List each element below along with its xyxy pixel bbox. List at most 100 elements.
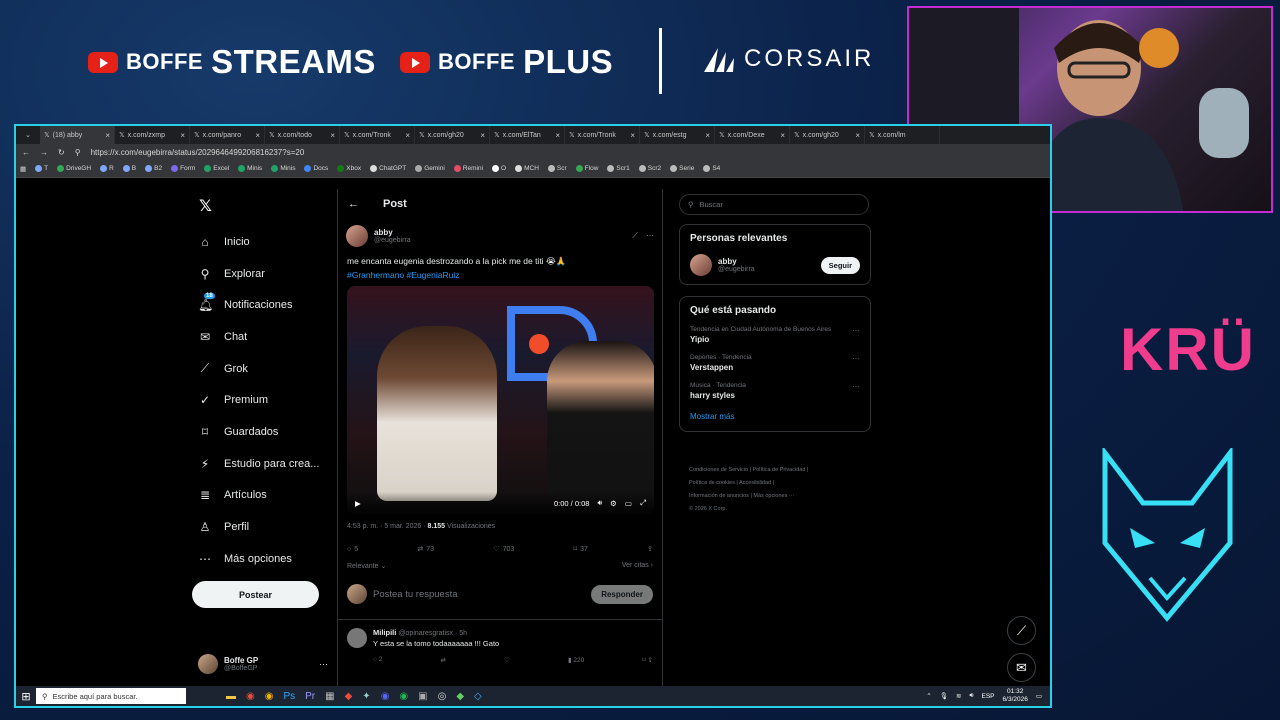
messages-icon[interactable]: ✉: [1007, 653, 1036, 682]
tab-item[interactable]: 𝕏x.com/estg ×: [640, 126, 715, 144]
bookmark-item[interactable]: Scr1: [607, 165, 630, 172]
premiere-icon[interactable]: Pr: [305, 691, 315, 702]
nav-item-explorar[interactable]: ⚲ Explorar: [198, 258, 319, 290]
close-icon[interactable]: ×: [780, 131, 785, 140]
bookmark-item[interactable]: Scr2: [638, 165, 661, 172]
chrome-icon[interactable]: ◉: [265, 691, 274, 702]
volume-icon[interactable]: 🔊︎: [597, 498, 602, 508]
relevant-person[interactable]: abby @eugebirra Seguir: [680, 244, 870, 284]
tab-item[interactable]: 𝕏x.com/Tronk ×: [565, 126, 640, 144]
view-quotes-link[interactable]: Ver citas ›: [622, 562, 653, 570]
nav-item-perfil[interactable]: ♙ Perfil: [198, 511, 319, 543]
nav-item-mas-opciones[interactable]: ⋯ Más opciones: [198, 543, 319, 575]
x-logo-icon[interactable]: 𝕏: [199, 196, 212, 216]
tab-item[interactable]: 𝕏x.com/Tronk ×: [340, 126, 415, 144]
nav-item-grok[interactable]: ⟋ Grok: [198, 353, 319, 385]
app-icon[interactable]: ◉: [246, 691, 255, 702]
tab-item[interactable]: 𝕏 (18) abby ×: [40, 126, 115, 144]
discord-icon[interactable]: ◉: [381, 691, 390, 702]
bookmark-item[interactable]: O: [492, 165, 506, 172]
avatar[interactable]: [346, 225, 368, 247]
account-switcher[interactable]: Boffe GP @BoffeGP ···: [198, 654, 328, 674]
back-arrow-icon[interactable]: ←: [348, 198, 359, 210]
tab-item[interactable]: 𝕏x.com/zxmp ×: [115, 126, 190, 144]
back-icon[interactable]: ←: [22, 148, 30, 157]
tray-arrow-icon[interactable]: ⌃: [926, 692, 931, 700]
obs-icon[interactable]: ◎: [438, 691, 447, 702]
app-icon[interactable]: ▦: [325, 691, 334, 702]
tab-menu-icon[interactable]: ⌄: [16, 131, 40, 139]
app-icon[interactable]: ◇: [474, 691, 482, 702]
url-field[interactable]: https://x.com/eugebirra/status/202964649…: [91, 148, 305, 157]
taskbar-search[interactable]: ⚲ Escribe aquí para buscar.: [36, 688, 186, 704]
wifi-icon[interactable]: ≋: [956, 692, 961, 700]
search-input[interactable]: ⚲ Buscar: [679, 194, 869, 215]
bookmark-item[interactable]: Scr: [547, 165, 567, 172]
trend-item[interactable]: Tendencia en Ciudad Autónoma de Buenos A…: [680, 316, 870, 344]
close-icon[interactable]: ×: [405, 131, 410, 140]
close-icon[interactable]: ×: [330, 131, 335, 140]
bookmark-item[interactable]: Serie: [670, 165, 694, 172]
notifications-icon[interactable]: ▭: [1036, 692, 1042, 700]
bookmark-item[interactable]: B: [122, 165, 136, 172]
bookmark-item[interactable]: Form: [171, 165, 195, 172]
bookmark-item[interactable]: Flow: [575, 165, 598, 172]
tab-item[interactable]: 𝕏x.com/lm: [865, 126, 940, 144]
file-explorer-icon[interactable]: ▬: [226, 691, 236, 702]
bookmark-item[interactable]: MCH: [515, 165, 539, 172]
tab-item[interactable]: 𝕏x.com/Dexe ×: [715, 126, 790, 144]
site-info-icon[interactable]: ⚲: [75, 148, 81, 157]
nav-item-chat[interactable]: ✉ Chat: [198, 321, 319, 353]
more-icon[interactable]: ···: [852, 326, 860, 335]
nav-item-premium[interactable]: ✓ Premium: [198, 384, 319, 416]
close-icon[interactable]: ×: [480, 131, 485, 140]
steam-icon[interactable]: ✦: [362, 691, 370, 702]
more-icon[interactable]: ···: [646, 231, 654, 241]
bookmark-item[interactable]: Minis: [238, 165, 262, 172]
tab-item[interactable]: 𝕏x.com/ElTan ×: [490, 126, 565, 144]
reply-submit-button[interactable]: Responder: [591, 584, 653, 604]
close-icon[interactable]: ×: [630, 131, 635, 140]
reply-tweet[interactable]: Milipili @opinaresgratisx · 5h Y esta se…: [338, 620, 662, 648]
reply-input[interactable]: Postea tu respuesta: [373, 589, 458, 600]
bookmark-item[interactable]: Gemini: [415, 165, 445, 172]
trend-item[interactable]: Deportes · Tendencia Verstappen ···: [680, 344, 870, 372]
follow-button[interactable]: Seguir: [820, 256, 860, 274]
tab-item[interactable]: 𝕏x.com/gh20 ×: [415, 126, 490, 144]
reload-icon[interactable]: ↻: [58, 148, 65, 157]
bookmark-item[interactable]: Minis: [271, 165, 295, 172]
windows-start-icon[interactable]: ⊞: [16, 690, 36, 703]
settings-icon[interactable]: ⚙: [610, 499, 617, 508]
trend-item[interactable]: Música · Tendencia harry styles ···: [680, 372, 870, 400]
play-icon[interactable]: ▶: [355, 499, 361, 508]
nav-item-guardados[interactable]: ⌑ Guardados: [198, 416, 319, 448]
apps-icon[interactable]: ▦: [20, 165, 26, 173]
bookmark-item[interactable]: Excel: [204, 165, 229, 172]
bookmark-button[interactable]: ⌑ 37: [573, 545, 587, 554]
bookmark-item[interactable]: R: [100, 165, 114, 172]
grok-icon[interactable]: ⟋: [1007, 616, 1036, 645]
close-icon[interactable]: ×: [855, 131, 860, 140]
clock[interactable]: 01:32 6/3/2026: [1003, 688, 1028, 704]
like-button[interactable]: ♡ 703: [493, 545, 514, 554]
bookmark-item[interactable]: B2: [145, 165, 162, 172]
sort-dropdown[interactable]: Relevante ⌄: [347, 562, 386, 570]
tab-item[interactable]: 𝕏x.com/todo ×: [265, 126, 340, 144]
more-icon[interactable]: ···: [852, 382, 860, 391]
close-icon[interactable]: ×: [255, 131, 260, 140]
tab-item[interactable]: 𝕏x.com/gh20 ×: [790, 126, 865, 144]
reply-button[interactable]: ○ 5: [347, 545, 358, 553]
app-icon[interactable]: ▣: [418, 691, 427, 702]
close-icon[interactable]: ×: [705, 131, 710, 140]
retweet-button[interactable]: ⇄ 73: [417, 545, 434, 554]
comment-icon[interactable]: ○ 2: [373, 656, 382, 664]
tab-item[interactable]: 𝕏x.com/panro ×: [190, 126, 265, 144]
nav-item-notificaciones[interactable]: 🔔︎ 18 Notificaciones: [198, 289, 319, 321]
more-icon[interactable]: ···: [852, 354, 860, 363]
app-icon[interactable]: ◆: [345, 691, 353, 702]
share-icon[interactable]: ⇪: [647, 545, 653, 553]
close-icon[interactable]: ×: [105, 131, 110, 140]
mic-icon[interactable]: 🎙︎: [940, 692, 948, 700]
bookmark-item[interactable]: Docs: [304, 165, 328, 172]
post-button[interactable]: Postear: [192, 581, 319, 608]
